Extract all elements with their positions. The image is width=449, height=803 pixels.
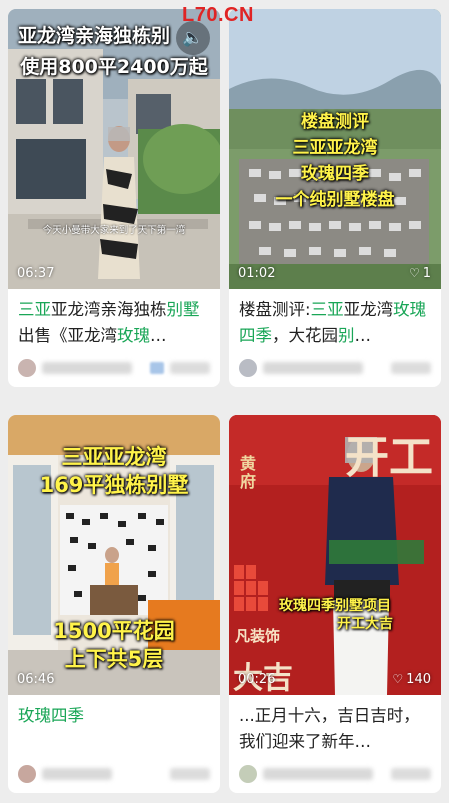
- avatar[interactable]: [18, 765, 36, 783]
- title-highlight: 别: [338, 326, 355, 345]
- card-meta: [239, 759, 431, 793]
- title-highlight: 玫瑰: [117, 326, 150, 345]
- card-meta: [18, 759, 210, 793]
- title-text: 楼盘测评:: [239, 300, 311, 319]
- publish-date: [391, 362, 431, 374]
- video-duration: 06:37: [17, 266, 55, 281]
- video-title[interactable]: 玫瑰四季: [8, 695, 220, 755]
- like-count: ♡ 140: [392, 672, 431, 687]
- overlay-title-line1: 三亚亚龙湾: [61, 445, 167, 469]
- author-name[interactable]: [263, 768, 373, 780]
- video-thumbnail[interactable]: 楼盘测评 三亚亚龙湾 玫瑰四季 一个纯别墅楼盘 01:02 ♡ 1: [229, 9, 441, 289]
- video-duration: 00:26: [238, 672, 276, 687]
- video-card-3[interactable]: 三亚亚龙湾 169平独栋别墅 1500平花园 上下共5层 06:46 玫瑰四季: [8, 415, 220, 793]
- like-count: ♡ 1: [409, 266, 431, 281]
- card-meta: [239, 353, 431, 387]
- title-text: 亚龙湾: [343, 300, 394, 319]
- video-duration: 06:46: [17, 672, 55, 687]
- author-name[interactable]: [42, 362, 132, 374]
- card-meta: [18, 353, 210, 387]
- overlay-title-line4: 一个纯别墅楼盘: [275, 190, 395, 210]
- title-text: ...正月十六，吉日吉时，我们迎来了新年…: [239, 706, 420, 751]
- heart-icon: ♡: [408, 266, 420, 280]
- bg-left-text: 黄府: [239, 454, 256, 491]
- publish-date: [391, 768, 431, 780]
- video-thumbnail[interactable]: 开工 黄府 凡装饰 大吉 玫瑰四季别墅项目 开工大吉 00:26 ♡ 140: [229, 415, 441, 695]
- avatar[interactable]: [239, 359, 257, 377]
- title-text: …: [150, 326, 167, 345]
- overlay-title-line1: 楼盘测评: [301, 112, 369, 132]
- video-title[interactable]: ...正月十六，吉日吉时，我们迎来了新年…: [229, 695, 441, 755]
- video-title[interactable]: 三亚亚龙湾亲海独栋别墅出售《亚龙湾玫瑰…: [8, 289, 220, 349]
- publish-date: [170, 362, 210, 374]
- video-title[interactable]: 楼盘测评:三亚亚龙湾玫瑰四季，大花园别…: [229, 289, 441, 349]
- heart-icon: ♡: [392, 672, 404, 686]
- title-highlight: 玫瑰四季: [18, 706, 84, 725]
- like-number: 140: [406, 672, 431, 687]
- video-card-4[interactable]: 开工 黄府 凡装饰 大吉 玫瑰四季别墅项目 开工大吉 00:26 ♡ 140 ..…: [229, 415, 441, 793]
- overlay-title-line2: 三亚亚龙湾: [292, 138, 378, 158]
- author-name[interactable]: [263, 362, 363, 374]
- title-text: 出售《亚龙湾: [18, 326, 117, 345]
- video-card-2[interactable]: 楼盘测评 三亚亚龙湾 玫瑰四季 一个纯别墅楼盘 01:02 ♡ 1 楼盘测评:三亚…: [229, 9, 441, 387]
- title-highlight: 三亚: [18, 300, 51, 319]
- title-highlight: 三亚: [310, 300, 344, 319]
- video-thumbnail[interactable]: 🔈 亚龙湾亲海独栋别 使用800平2400万起 今天小曼带大家来到了天下第一湾 …: [8, 9, 220, 289]
- title-text: ，大花园: [272, 326, 338, 345]
- title-text: …: [354, 326, 372, 345]
- overlay-title-line2: 使用800平2400万起: [20, 56, 208, 78]
- video-card-1[interactable]: 🔈 亚龙湾亲海独栋别 使用800平2400万起 今天小曼带大家来到了天下第一湾 …: [8, 9, 220, 387]
- overlay-title-line2: 开工大吉: [337, 616, 393, 632]
- overlay-title-line2: 169平独栋别墅: [39, 473, 189, 497]
- author-name[interactable]: [42, 768, 112, 780]
- watermark: L70.CN: [182, 4, 254, 26]
- publish-date: [170, 768, 210, 780]
- overlay-title-line3: 1500平花园: [53, 619, 175, 643]
- title-highlight: 别墅: [166, 300, 200, 319]
- video-thumbnail[interactable]: 三亚亚龙湾 169平独栋别墅 1500平花园 上下共5层 06:46: [8, 415, 220, 695]
- avatar[interactable]: [239, 765, 257, 783]
- overlay-title-line1: 玫瑰四季别墅项目: [279, 598, 391, 614]
- title-text: 亚龙湾亲海独栋: [51, 300, 167, 319]
- avatar[interactable]: [18, 359, 36, 377]
- overlay-title-line3: 玫瑰四季: [301, 164, 369, 184]
- badge-icon: [150, 362, 164, 374]
- video-duration: 01:02: [238, 266, 276, 281]
- overlay-title-line4: 上下共5层: [64, 647, 164, 671]
- video-subtitle: 今天小曼带大家来到了天下第一湾: [42, 225, 186, 236]
- like-number: 1: [422, 266, 431, 281]
